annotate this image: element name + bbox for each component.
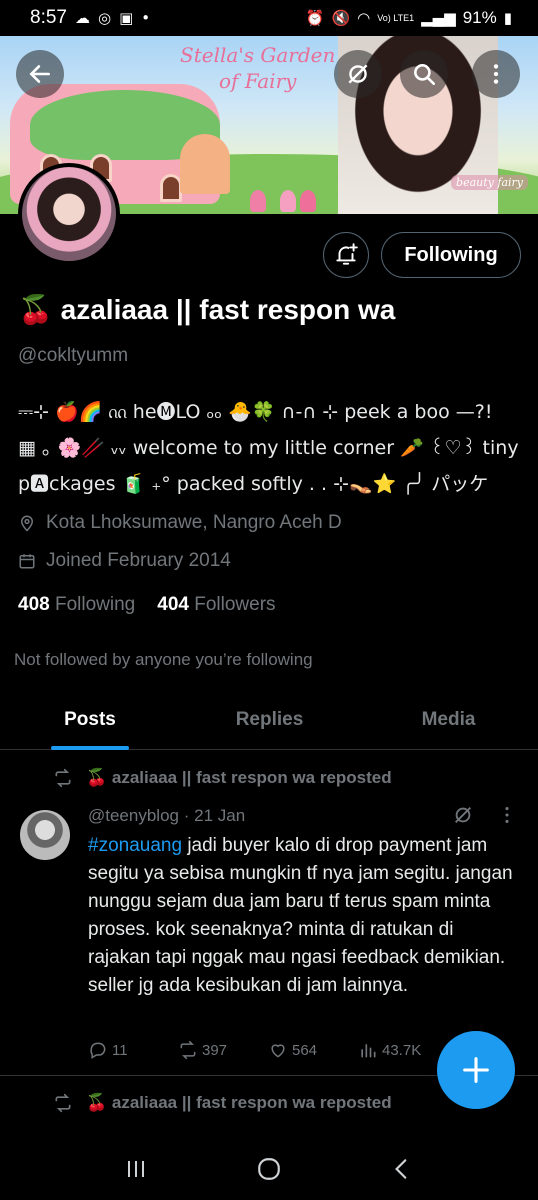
post-hashtag[interactable]: #zonauang bbox=[88, 835, 182, 856]
cloud-icon: ☁ bbox=[74, 9, 90, 27]
profile-handle: @cokltyumm bbox=[18, 345, 129, 366]
repost-icon bbox=[55, 1093, 71, 1113]
grok-button[interactable] bbox=[334, 50, 382, 98]
following-count-link[interactable]: 408 Following bbox=[18, 594, 135, 616]
reply-button[interactable]: 11 bbox=[88, 1040, 178, 1060]
tab-media[interactable]: Media bbox=[359, 690, 538, 749]
bell-plus-icon bbox=[336, 243, 358, 265]
back-arrow-icon bbox=[29, 65, 50, 83]
back-button[interactable] bbox=[16, 50, 64, 98]
profile-bio: ⎓⊹ 🍎🌈 ᦶ he🅜LO ₒₒ 🐣🍀 ∩-∩ ⊹ peek a boo —?!… bbox=[18, 394, 523, 502]
home-circle-icon bbox=[258, 1158, 280, 1180]
not-followed-notice: Not followed by anyone you’re following bbox=[14, 650, 313, 669]
system-back-button[interactable] bbox=[382, 1149, 422, 1189]
reply-count: 11 bbox=[112, 1041, 128, 1059]
mute-icon: 🔇 bbox=[331, 9, 351, 27]
gallery-icon: ▣ bbox=[119, 9, 134, 27]
heart-icon bbox=[271, 1044, 285, 1058]
repost-button[interactable]: 397 bbox=[178, 1040, 268, 1060]
follow-counts: 408 Following 404 Followers bbox=[18, 594, 276, 616]
tab-replies[interactable]: Replies bbox=[180, 690, 359, 749]
reply-icon bbox=[90, 1042, 106, 1059]
repost-count: 397 bbox=[202, 1041, 228, 1059]
search-button[interactable] bbox=[400, 50, 448, 98]
followers-count-link[interactable]: 404 Followers bbox=[157, 594, 275, 616]
views-chart-icon bbox=[361, 1044, 376, 1058]
battery-percent: 91% bbox=[462, 8, 497, 27]
bio-line: ⎓⊹ 🍎🌈 ᦶ he🅜LO ₒₒ 🐣🍀 ∩-∩ ⊹ peek a boo —?! bbox=[18, 401, 493, 423]
recent-apps-icon bbox=[128, 1161, 145, 1177]
clock: 8:57 bbox=[30, 7, 67, 28]
network-label: Vo) LTE1 bbox=[377, 12, 415, 23]
repost-icon bbox=[55, 768, 71, 788]
views-button[interactable]: 43.7K bbox=[358, 1040, 448, 1060]
joined-row: Joined February 2014 bbox=[18, 550, 231, 572]
chevron-left-icon bbox=[394, 1159, 406, 1179]
profile-avatar[interactable] bbox=[18, 163, 120, 265]
wifi-icon: ◠ bbox=[357, 9, 371, 27]
repost-icon bbox=[180, 1040, 196, 1060]
alarm-icon: ⏰ bbox=[305, 9, 325, 27]
more-options-button[interactable] bbox=[472, 50, 520, 98]
recent-apps-button[interactable] bbox=[116, 1149, 156, 1189]
joined-text: Joined February 2014 bbox=[46, 550, 231, 571]
search-icon bbox=[414, 64, 436, 86]
banner-tag: beauty fairy bbox=[451, 175, 528, 190]
location-row: Kota Lhoksumawe, Nangro Aceh D bbox=[18, 512, 342, 534]
bio-line: ▦ ｡ 🌸🥢 ᵥᵥ welcome to my little corner 🥕 … bbox=[18, 437, 519, 459]
bio-line: p🅰ckages 🧃 ₊° packed softly . . ⊹👡⭐ ╭╯ パ… bbox=[18, 473, 489, 495]
grok-post-icon[interactable] bbox=[452, 804, 474, 832]
system-nav-bar bbox=[0, 1138, 538, 1200]
like-button[interactable]: 564 bbox=[268, 1040, 358, 1060]
post-body: #zonauang jadi buyer kalo di drop paymen… bbox=[88, 832, 518, 1000]
battery-icon: ▮ bbox=[503, 9, 512, 27]
signal-icon: ▂▄▆ bbox=[421, 9, 456, 27]
calendar-icon bbox=[18, 552, 36, 570]
post-action-bar: 11 397 564 43.7K bbox=[88, 1040, 448, 1060]
tab-posts[interactable]: Posts bbox=[0, 690, 180, 749]
post-author-handle[interactable]: @teenyblog bbox=[88, 806, 179, 825]
repost-indicator: 🍒 azaliaaa || fast respon wa reposted bbox=[52, 1093, 392, 1113]
post-text: jadi buyer kalo di drop payment jam segi… bbox=[88, 835, 513, 996]
profile-tabs: Posts Replies Media bbox=[0, 690, 538, 750]
views-count: 43.7K bbox=[382, 1041, 422, 1059]
home-button[interactable] bbox=[249, 1149, 289, 1189]
grok-icon bbox=[348, 64, 368, 84]
like-count: 564 bbox=[292, 1041, 318, 1059]
location-text: Kota Lhoksumawe, Nangro Aceh D bbox=[46, 512, 342, 533]
following-button[interactable]: Following bbox=[381, 232, 521, 278]
whatsapp-icon: ◎ bbox=[97, 9, 112, 27]
banner-title: Stella's Garden of Fairy bbox=[180, 43, 336, 93]
post-more-icon[interactable] bbox=[496, 804, 518, 832]
location-pin-icon bbox=[18, 514, 36, 532]
dot-icon: • bbox=[141, 9, 151, 27]
post-date: · 21 Jan bbox=[183, 806, 246, 825]
status-bar: 8:57 ☁ ◎ ▣ • ⏰ 🔇 ◠ Vo) LTE1 ▂▄▆ 91% ▮ bbox=[0, 0, 538, 36]
plus-icon bbox=[463, 1057, 489, 1083]
repost-indicator: 🍒 azaliaaa || fast respon wa reposted bbox=[52, 768, 392, 788]
compose-post-button[interactable] bbox=[437, 1031, 515, 1109]
more-vertical-icon bbox=[493, 64, 499, 84]
display-name: 🍒 azaliaaa || fast respon wa bbox=[18, 294, 396, 325]
post-author-avatar[interactable] bbox=[20, 810, 70, 860]
notifications-button[interactable] bbox=[323, 232, 369, 278]
post-header-actions bbox=[452, 804, 518, 832]
post-header: @teenyblog · 21 Jan bbox=[88, 806, 245, 826]
repost-label: 🍒 azaliaaa || fast respon wa reposted bbox=[86, 1093, 392, 1112]
repost-label: 🍒 azaliaaa || fast respon wa reposted bbox=[86, 768, 392, 787]
